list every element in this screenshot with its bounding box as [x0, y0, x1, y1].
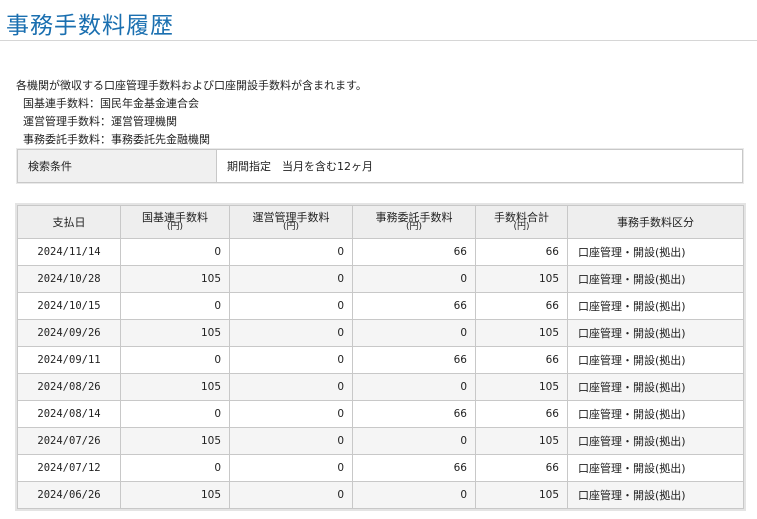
cell-unei-fee: 0 [229, 319, 353, 347]
cell-unei-fee: 0 [229, 400, 353, 428]
fee-history-table: 支払日 国基連手数料 (円) 運営管理手数料 (円) 事務委託手数料 (円) 手数料合… [17, 205, 744, 509]
cell-date: 2024/09/26 [17, 319, 121, 347]
cell-jimu-fee: 0 [352, 481, 476, 509]
table-row: 2024/11/14 0 0 66 66 口座管理・開設(拠出) [17, 238, 744, 266]
cell-jimu-fee: 66 [352, 346, 476, 374]
notes-line-unei: 運営管理手数料：運営管理機関 [23, 115, 177, 128]
cell-category: 口座管理・開設(拠出) [567, 319, 744, 347]
cell-date: 2024/08/14 [17, 400, 121, 428]
cell-unei-fee: 0 [229, 346, 353, 374]
cell-kokkiren-fee: 105 [120, 265, 230, 293]
cell-date: 2024/06/26 [17, 481, 121, 509]
search-condition-label: 検索条件 [17, 149, 217, 183]
table-row: 2024/09/11 0 0 66 66 口座管理・開設(拠出) [17, 346, 744, 374]
cell-total-fee: 105 [475, 265, 568, 293]
header-kokkiren-fee: 国基連手数料 (円) [120, 205, 230, 239]
cell-total-fee: 66 [475, 346, 568, 374]
cell-jimu-fee: 66 [352, 454, 476, 482]
cell-kokkiren-fee: 0 [120, 238, 230, 266]
cell-category: 口座管理・開設(拠出) [567, 292, 744, 320]
cell-unei-fee: 0 [229, 373, 353, 401]
fee-notes: 各機関が徴収する口座管理手数料および口座開設手数料が含まれます。 国基連手数料：… [16, 77, 367, 149]
cell-unei-fee: 0 [229, 481, 353, 509]
cell-jimu-fee: 0 [352, 373, 476, 401]
cell-category: 口座管理・開設(拠出) [567, 454, 744, 482]
table-header-row: 支払日 国基連手数料 (円) 運営管理手数料 (円) 事務委託手数料 (円) 手数料合… [17, 205, 744, 239]
cell-unei-fee: 0 [229, 265, 353, 293]
table-row: 2024/08/26 105 0 0 105 口座管理・開設(拠出) [17, 373, 744, 401]
cell-total-fee: 66 [475, 238, 568, 266]
header-total-fee: 手数料合計 (円) [475, 205, 568, 239]
table-row: 2024/10/15 0 0 66 66 口座管理・開設(拠出) [17, 292, 744, 320]
table-row: 2024/06/26 105 0 0 105 口座管理・開設(拠出) [17, 481, 744, 509]
cell-category: 口座管理・開設(拠出) [567, 346, 744, 374]
header-unit: (円) [166, 222, 184, 232]
cell-date: 2024/07/26 [17, 427, 121, 455]
cell-kokkiren-fee: 105 [120, 481, 230, 509]
cell-kokkiren-fee: 0 [120, 454, 230, 482]
cell-total-fee: 105 [475, 373, 568, 401]
cell-jimu-fee: 0 [352, 319, 476, 347]
table-row: 2024/10/28 105 0 0 105 口座管理・開設(拠出) [17, 265, 744, 293]
title-divider [0, 40, 757, 41]
header-jimu-fee: 事務委託手数料 (円) [352, 205, 476, 239]
header-unit: (円) [405, 222, 423, 232]
table-row: 2024/09/26 105 0 0 105 口座管理・開設(拠出) [17, 319, 744, 347]
cell-total-fee: 105 [475, 319, 568, 347]
cell-category: 口座管理・開設(拠出) [567, 265, 744, 293]
cell-date: 2024/08/26 [17, 373, 121, 401]
cell-jimu-fee: 66 [352, 292, 476, 320]
cell-category: 口座管理・開設(拠出) [567, 373, 744, 401]
header-unit: (円) [513, 222, 530, 232]
cell-jimu-fee: 66 [352, 400, 476, 428]
notes-intro: 各機関が徴収する口座管理手数料および口座開設手数料が含まれます。 [16, 79, 367, 92]
cell-jimu-fee: 0 [352, 265, 476, 293]
cell-total-fee: 105 [475, 481, 568, 509]
notes-line-kokkiren: 国基連手数料：国民年金基金連合会 [23, 97, 199, 110]
table-row: 2024/07/12 0 0 66 66 口座管理・開設(拠出) [17, 454, 744, 482]
cell-date: 2024/09/11 [17, 346, 121, 374]
header-date: 支払日 [17, 205, 121, 239]
cell-date: 2024/07/12 [17, 454, 121, 482]
cell-jimu-fee: 66 [352, 238, 476, 266]
cell-category: 口座管理・開設(拠出) [567, 481, 744, 509]
cell-category: 口座管理・開設(拠出) [567, 238, 744, 266]
cell-kokkiren-fee: 105 [120, 373, 230, 401]
cell-date: 2024/10/15 [17, 292, 121, 320]
cell-total-fee: 66 [475, 454, 568, 482]
cell-category: 口座管理・開設(拠出) [567, 427, 744, 455]
cell-total-fee: 66 [475, 400, 568, 428]
cell-category: 口座管理・開設(拠出) [567, 400, 744, 428]
cell-kokkiren-fee: 105 [120, 427, 230, 455]
cell-date: 2024/10/28 [17, 265, 121, 293]
cell-total-fee: 66 [475, 292, 568, 320]
header-category: 事務手数料区分 [567, 205, 744, 239]
cell-kokkiren-fee: 0 [120, 346, 230, 374]
table-row: 2024/08/14 0 0 66 66 口座管理・開設(拠出) [17, 400, 744, 428]
header-unit: (円) [282, 222, 300, 232]
cell-total-fee: 105 [475, 427, 568, 455]
search-condition-table: 検索条件 期間指定 当月を含む12ヶ月 [17, 149, 743, 183]
page-title: 事務手数料履歴 [6, 13, 174, 39]
notes-line-jimu: 事務委託手数料：事務委託先金融機関 [23, 133, 210, 146]
cell-jimu-fee: 0 [352, 427, 476, 455]
table-row: 2024/07/26 105 0 0 105 口座管理・開設(拠出) [17, 427, 744, 455]
header-unei-fee: 運営管理手数料 (円) [229, 205, 353, 239]
search-condition-value: 期間指定 当月を含む12ヶ月 [216, 149, 743, 183]
cell-date: 2024/11/14 [17, 238, 121, 266]
cell-kokkiren-fee: 0 [120, 292, 230, 320]
cell-kokkiren-fee: 0 [120, 400, 230, 428]
cell-unei-fee: 0 [229, 454, 353, 482]
cell-unei-fee: 0 [229, 427, 353, 455]
cell-unei-fee: 0 [229, 292, 353, 320]
cell-kokkiren-fee: 105 [120, 319, 230, 347]
cell-unei-fee: 0 [229, 238, 353, 266]
